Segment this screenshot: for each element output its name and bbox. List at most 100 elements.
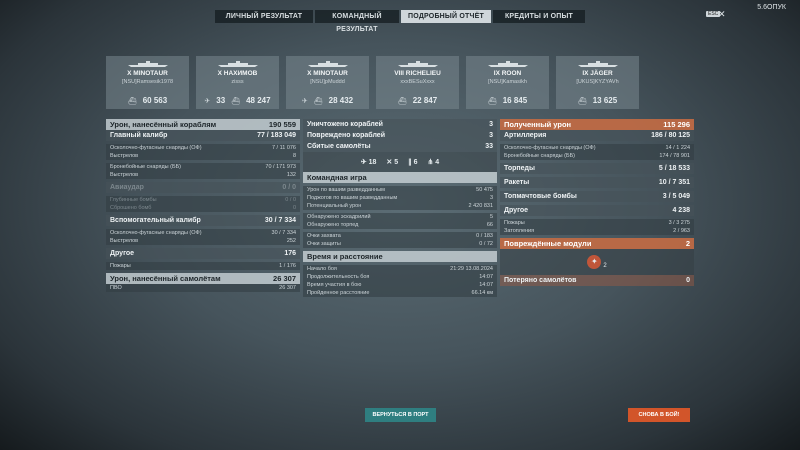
ship-name: IX ROON xyxy=(493,70,522,77)
ship-silhouette-icon xyxy=(218,61,258,67)
ship-damage: 22 847 xyxy=(412,96,438,105)
he-shells-row: Осколочно-фугасные снаряды (ОФ) 7 / 11 07… xyxy=(106,144,300,152)
ship-card[interactable]: IX ROON [NSU]Kamasikh ⛴ 16 845 xyxy=(466,56,549,109)
he-shots-row: Выстрелов 8 xyxy=(106,152,300,160)
damage-dealt-header: Урон, нанесённый кораблям 190 559 xyxy=(106,119,300,130)
ship-card[interactable]: X MINOTAUR [NSU]pMuddd ✈ ⛴ 28 432 xyxy=(286,56,369,109)
damage-received-header: Полученный урон 115 296 xyxy=(500,119,694,130)
aa-row: ПВО 26 307 xyxy=(106,284,300,292)
ship-name: VIII RICHELIEU xyxy=(394,70,441,77)
ship-icon: ⛴ xyxy=(397,97,407,105)
player-name: zisss xyxy=(231,79,244,85)
defense-points-row: Очки защиты 0 / 72 xyxy=(303,240,497,248)
secondary-shots-row: Выстрелов 252 xyxy=(106,237,300,245)
close-icon[interactable]: ✕ xyxy=(718,9,726,20)
ap-shots-row: Выстрелов 132 xyxy=(106,171,300,179)
ship-name: X MINOTAUR xyxy=(127,70,168,77)
player-name: xxxBESuXxxx xyxy=(400,79,435,85)
squads-spotted-row: Обнаружено эскадрилий 5 xyxy=(303,213,497,221)
ship-name: IX JÄGER xyxy=(582,70,613,77)
fighter-icon: ✈ 18 xyxy=(360,159,377,166)
top-right-info: 5.6ОПУК xyxy=(757,4,786,11)
ship-silhouette-icon xyxy=(488,61,528,67)
ship-icon: ⛴ xyxy=(487,97,497,105)
player-name: [NSU]pMuddd xyxy=(310,79,345,85)
clock: 5.6ОПУК xyxy=(757,4,786,11)
damage-dealt-panel: Урон, нанесённый кораблям 190 559 Главный… xyxy=(106,119,300,292)
lost-planes-row: Потеряно самолётов 0 xyxy=(500,275,694,286)
ship-card[interactable]: X MINOTAUR [NSU]Ramsesik1978 ⛴ 60 563 xyxy=(106,56,189,109)
battle-again-button[interactable]: СНОВА В БОЙ! xyxy=(628,408,690,422)
depth-charges-row: Глубинные бомбы 0 / 0 xyxy=(106,196,300,204)
other-damage-row: Другое 176 xyxy=(106,248,300,259)
bombs-dropped-row: Сброшено бомб 0 xyxy=(106,204,300,212)
spotting-damage-row: Урон по вашим разведданным 50 475 xyxy=(303,186,497,194)
distance-row: Пройденное расстояние 66.14 км xyxy=(303,289,497,297)
ships-destroyed-list: X MINOTAUR [NSU]Ramsesik1978 ⛴ 60 563 X Н… xyxy=(106,56,646,109)
ships-damaged-row: Повреждено кораблей 3 xyxy=(303,130,497,141)
flooding-row: Затопления 2 / 963 xyxy=(500,227,694,235)
ship-icon: ⛴ xyxy=(231,97,241,105)
airstrike-row: Авиаудар 0 / 0 xyxy=(106,182,300,193)
ship-damage: 16 845 xyxy=(502,96,528,105)
squadron-icon: ⋔ 4 xyxy=(427,159,440,166)
planes-by-type: ✈ 18 ✕ 5 ∥ 6 ⋔ 4 xyxy=(303,152,497,172)
ship-silhouette-icon xyxy=(398,61,438,67)
team-play-panel: Уничтожено кораблей 3 Повреждено кораблей… xyxy=(303,119,497,297)
ship-icon: ⛴ xyxy=(313,97,323,105)
main-battery-row: Главный калибр 77 / 183 049 xyxy=(106,130,300,141)
torps-spotted-row: Обнаружено торпед 66 xyxy=(303,221,497,229)
received-he-row: Осколочно-фугасные снаряды (ОФ) 14 / 1 22… xyxy=(500,144,694,152)
artillery-row: Артиллерия 186 / 80 125 xyxy=(500,130,694,141)
plane-icon: ✈ xyxy=(204,97,211,105)
ship-icon: ⛴ xyxy=(577,97,587,105)
ship-damage: 60 563 xyxy=(142,96,168,105)
bomber-icon: ✕ 5 xyxy=(386,159,399,166)
participation-row: Время участия в бою 14:07 xyxy=(303,281,497,289)
received-fires-row: Пожары 3 / 3 275 xyxy=(500,219,694,227)
ship-card[interactable]: X НАХИМОВ zisss ✈ 33 ⛴ 48 247 xyxy=(196,56,279,109)
module-count: 2 xyxy=(603,263,607,269)
skip-bombs-row: Топмачтовые бомбы 3 / 5 049 xyxy=(500,191,694,202)
player-name: [NSU]Ramsesik1978 xyxy=(121,79,174,85)
plane-damage-header: Урон, нанесённый самолётам 26 307 xyxy=(106,273,300,284)
fires-row: Пожары 1 / 176 xyxy=(106,262,300,270)
potential-damage-row: Потенциальный урон 2 420 831 xyxy=(303,202,497,210)
time-distance-header: Время и расстояние xyxy=(303,251,497,262)
secondary-battery-row: Вспомогательный калибр 30 / 7 334 xyxy=(106,215,300,226)
torpedoes-row: Торпеды 5 / 18 533 xyxy=(500,163,694,174)
torpedo-bomber-icon: ∥ 6 xyxy=(408,159,418,166)
ship-silhouette-icon xyxy=(578,61,618,67)
ship-card[interactable]: VIII RICHELIEU xxxBESuXxxx ⛴ 22 847 xyxy=(376,56,459,109)
ship-damage: 13 625 xyxy=(592,96,618,105)
battle-start-row: Начало боя 21:29 13.08.2024 xyxy=(303,265,497,273)
rockets-row: Ракеты 10 / 7 351 xyxy=(500,177,694,188)
ship-name: X MINOTAUR xyxy=(307,70,348,77)
planes-count: 33 xyxy=(216,96,226,105)
battle-duration-row: Продолжительность боя 14:07 xyxy=(303,273,497,281)
modules-icons: ✦ 2 xyxy=(500,249,694,275)
received-other-row: Другое 4 238 xyxy=(500,205,694,216)
team-play-header: Командная игра xyxy=(303,172,497,183)
tab-personal[interactable]: ЛИЧНЫЙ РЕЗУЛЬТАТ xyxy=(215,10,313,23)
return-to-port-button[interactable]: ВЕРНУТЬСЯ В ПОРТ xyxy=(365,408,436,422)
ship-silhouette-icon xyxy=(308,61,348,67)
received-ap-row: Бронебойные снаряды (ББ) 174 / 78 901 xyxy=(500,152,694,160)
ship-silhouette-icon xyxy=(128,61,168,67)
player-name: [NSU]Kamasikh xyxy=(488,79,527,85)
tab-credits-xp[interactable]: КРЕДИТЫ И ОПЫТ xyxy=(493,10,585,23)
ap-shells-row: Бронебойные снаряды (ББ) 70 / 171 973 xyxy=(106,163,300,171)
secondary-he-row: Осколочно-фугасные снаряды (ОФ) 30 / 7 33… xyxy=(106,229,300,237)
ship-damage: 28 432 xyxy=(328,96,354,105)
module-icon: ✦ xyxy=(587,255,602,269)
ship-icon: ⛴ xyxy=(127,97,137,105)
ship-damage: 48 247 xyxy=(246,96,271,105)
tab-team[interactable]: КОМАНДНЫЙ РЕЗУЛЬТАТ xyxy=(315,10,399,33)
result-tabs: ЛИЧНЫЙ РЕЗУЛЬТАТ КОМАНДНЫЙ РЕЗУЛЬТАТ ПОД… xyxy=(215,10,585,33)
ship-card[interactable]: IX JÄGER [UKUS]KYZYAVh ⛴ 13 625 xyxy=(556,56,639,109)
plane-icon: ✈ xyxy=(301,97,308,105)
ships-destroyed-row: Уничтожено кораблей 3 xyxy=(303,119,497,130)
damaged-modules-header: Повреждённые модули 2 xyxy=(500,238,694,249)
fires-spotted-row: Поджогов по вашим разведданным 3 xyxy=(303,194,497,202)
tab-detailed[interactable]: ПОДРОБНЫЙ ОТЧЁТ xyxy=(401,10,491,23)
